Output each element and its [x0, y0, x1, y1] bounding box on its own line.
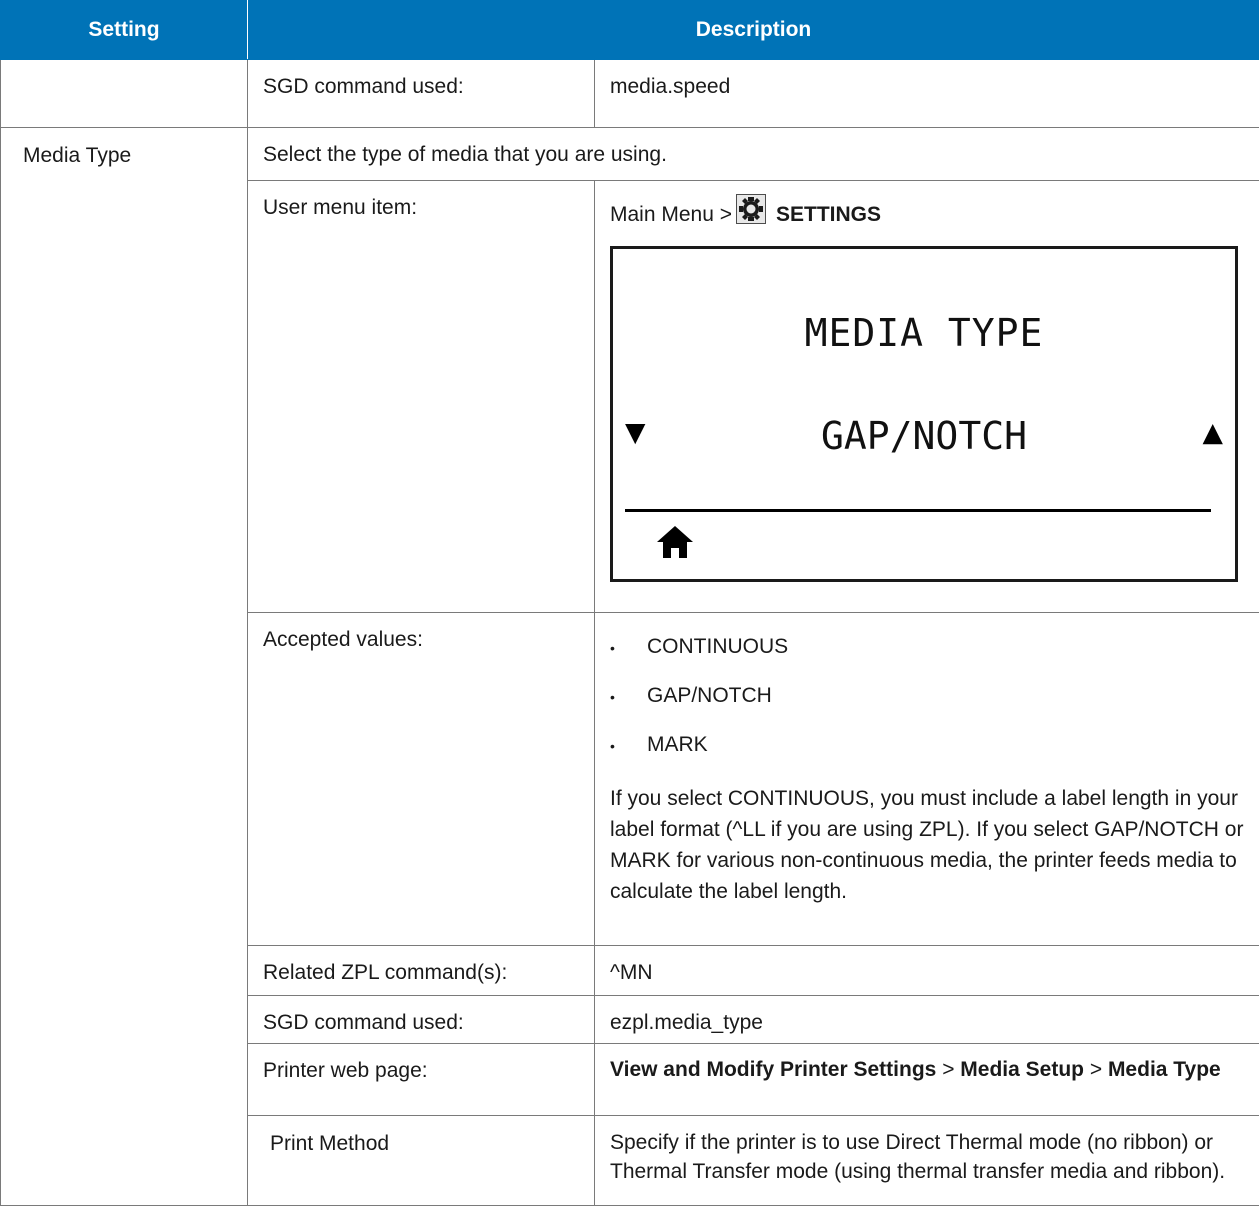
home-icon: [655, 524, 695, 560]
setting-name-media-type: Media Type: [1, 128, 248, 1206]
sgd-command-value: ezpl.media_type: [595, 996, 1259, 1044]
up-arrow-icon: ▲: [1203, 409, 1223, 456]
header-setting: Setting: [1, 1, 248, 60]
accepted-values-cell: CONTINUOUS GAP/NOTCH MARK If you select …: [595, 613, 1259, 946]
sgd-command-value: media.speed: [595, 60, 1259, 128]
table-row: SGD command used: media.speed: [1, 60, 1259, 128]
table-row: Media Type Select the type of media that…: [1, 128, 1259, 181]
setting-name-empty: [1, 60, 248, 128]
printer-web-page-label: Printer web page:: [248, 1044, 595, 1116]
table-header-row: Setting Description: [1, 1, 1259, 60]
list-item: CONTINUOUS: [610, 633, 1259, 682]
lcd-screen: MEDIA TYPE ▼ GAP/NOTCH ▲: [610, 246, 1238, 582]
setting-name-print-method: Print Method: [248, 1116, 595, 1206]
web-path-2: Media Setup: [960, 1058, 1084, 1081]
menu-breadcrumb: Main Menu > SETTINGS: [610, 200, 1259, 230]
printer-web-page-value: View and Modify Printer Settings > Media…: [595, 1044, 1259, 1116]
lcd-value: GAP/NOTCH: [613, 410, 1235, 462]
related-zpl-value: ^MN: [595, 946, 1259, 996]
web-path-sep-1: >: [942, 1058, 954, 1081]
list-item: GAP/NOTCH: [610, 682, 1259, 731]
gear-icon: [736, 194, 766, 224]
media-type-intro: Select the type of media that you are us…: [248, 128, 1259, 181]
lcd-divider: [625, 509, 1211, 512]
print-method-intro: Specify if the printer is to use Direct …: [595, 1116, 1259, 1206]
accepted-values-list: CONTINUOUS GAP/NOTCH MARK: [610, 633, 1259, 780]
menu-crumb-text: Main Menu >: [610, 201, 732, 230]
list-item: MARK: [610, 731, 1259, 780]
accepted-values-label: Accepted values:: [248, 613, 595, 946]
web-path-sep-2: >: [1090, 1058, 1102, 1081]
user-menu-label: User menu item:: [248, 181, 595, 613]
web-path-1: View and Modify Printer Settings: [610, 1058, 936, 1081]
related-zpl-label: Related ZPL command(s):: [248, 946, 595, 996]
web-path-3: Media Type: [1108, 1058, 1221, 1081]
header-description: Description: [248, 1, 1259, 60]
lcd-title: MEDIA TYPE: [613, 307, 1235, 359]
accepted-values-note: If you select CONTINUOUS, you must inclu…: [610, 783, 1259, 907]
menu-section-label: SETTINGS: [776, 201, 881, 230]
sgd-command-label: SGD command used:: [248, 996, 595, 1044]
user-menu-value: Main Menu > SETTINGS MEDIA TYPE ▼ GAP/NO…: [595, 181, 1259, 613]
sgd-command-label: SGD command used:: [248, 60, 595, 128]
settings-table: Setting Description SGD command used: me…: [0, 0, 1259, 1206]
